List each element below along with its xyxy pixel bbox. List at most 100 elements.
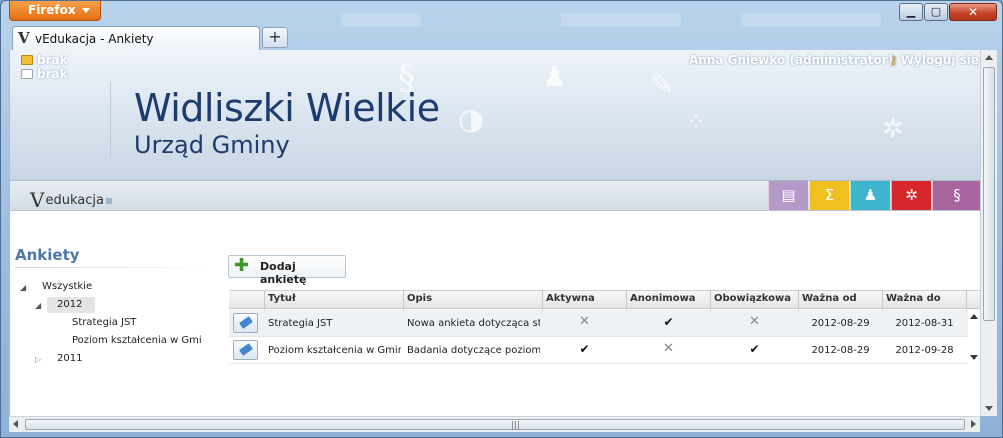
scroll-left-icon[interactable] [13, 420, 18, 428]
database-icon: ▤ [781, 186, 796, 204]
tree-node-2012[interactable]: 2012 [57, 299, 82, 310]
cell-description: Nowa ankieta dotycząca st [407, 318, 540, 329]
tree-node-all[interactable]: Wszystkie [42, 281, 92, 292]
envelope-icon [21, 55, 33, 65]
dots-watermark-icon: ⁘ [686, 108, 707, 136]
page-horizontal-scrollbar[interactable]: ||| [9, 416, 980, 432]
cell-active-check-icon: ✔ [579, 342, 590, 356]
sigma-watermark-icon: ◑ [458, 102, 485, 137]
scroll-thumb[interactable]: ||| [25, 419, 965, 431]
sigma-icon: Σ [824, 186, 835, 204]
background-blur [741, 13, 881, 27]
chevron-down-icon [82, 8, 90, 13]
brand-name: edukacja [45, 193, 104, 208]
column-header-active[interactable]: Aktywna [546, 293, 595, 304]
cell-anonymous-cross-icon: ✕ [663, 341, 674, 356]
cell-mandatory-cross-icon: ✕ [749, 314, 760, 329]
network-watermark-icon: ✲ [882, 114, 904, 144]
module-people-button[interactable]: ♟ [850, 181, 890, 210]
column-header-mandatory[interactable]: Obowiązkowa [714, 293, 791, 304]
column-header-title[interactable]: Tytuł [268, 293, 296, 304]
scroll-down-icon[interactable] [985, 406, 993, 411]
messages-indicator[interactable]: brak [21, 53, 68, 67]
people-watermark-icon: ♟ [542, 60, 568, 93]
browser-tab[interactable]: V vEdukacja - Ankiety [12, 26, 260, 50]
background-blur [341, 13, 421, 27]
minimize-icon: ▁ [906, 5, 916, 18]
tree-node-2011[interactable]: 2011 [57, 353, 82, 364]
column-header-valid-from[interactable]: Ważna od [802, 293, 857, 304]
cell-valid-from: 2012-08-29 [811, 318, 870, 329]
maximize-icon: ▢ [930, 5, 942, 18]
table-scrollbar[interactable] [968, 310, 980, 364]
tree-collapse-icon[interactable]: ◢ [35, 301, 41, 310]
edit-pencil-icon [239, 316, 253, 329]
column-separator [882, 291, 883, 310]
edit-pencil-icon [239, 343, 253, 356]
cell-anonymous-check-icon: ✔ [663, 315, 674, 329]
site-header: § ◑ ♟ ✎ ⁘ ✲ brak brak Anna Gniewko (admi… [10, 50, 980, 180]
office-subtitle: Urząd Gminy [134, 131, 290, 159]
page-vertical-scrollbar[interactable] [980, 50, 997, 416]
scroll-up-icon[interactable] [985, 55, 993, 60]
brand-square-icon [105, 198, 112, 204]
logout-link[interactable]: ⚷ Wyloguj się [889, 53, 979, 67]
cell-title: Poziom kształcenia w Gmir [268, 345, 401, 356]
firefox-menu-label: Firefox [28, 3, 76, 17]
module-paragraph-button[interactable]: § [932, 181, 980, 210]
column-separator [710, 291, 711, 310]
module-sigma-button[interactable]: Σ [809, 181, 849, 210]
paragraph-icon: § [953, 186, 961, 204]
sidebar-title: Ankiety [15, 246, 80, 264]
tab-title: vEdukacja - Ankiety [35, 32, 154, 46]
town-title: Widliszki Wielkie [134, 86, 440, 130]
network-icon: ✲ [905, 186, 918, 204]
table-row[interactable]: Poziom kształcenia w Gmir Badania dotycz… [229, 337, 968, 364]
cell-title: Strategia JST [268, 318, 333, 329]
column-header-anonymous[interactable]: Anonimowa [630, 293, 696, 304]
maximize-button[interactable]: ▢ [924, 3, 948, 21]
cell-valid-to: 2012-09-28 [895, 345, 954, 356]
tasks-indicator[interactable]: brak [21, 67, 68, 81]
scroll-thumb[interactable] [983, 67, 995, 321]
column-header-description[interactable]: Opis [407, 293, 432, 304]
cell-active-cross-icon: ✕ [579, 314, 590, 329]
close-icon: ✕ [967, 5, 979, 19]
module-network-button[interactable]: ✲ [891, 181, 931, 210]
tasks-count: brak [37, 67, 68, 81]
site-favicon-icon: V [18, 29, 30, 47]
firefox-menu-button[interactable]: Firefox [9, 1, 101, 21]
edit-button[interactable] [233, 313, 258, 333]
add-survey-button[interactable]: ✚ Dodaj ankietę [228, 255, 346, 286]
edit-button[interactable] [233, 340, 258, 360]
scroll-right-icon[interactable] [971, 420, 976, 428]
column-header-valid-to[interactable]: Ważna do [886, 293, 941, 304]
table-header: Tytuł Opis Aktywna Anonimowa Obowiązkowa… [229, 290, 980, 310]
background-blur [561, 13, 681, 27]
minimize-button[interactable]: ▁ [899, 3, 923, 21]
page-content: § ◑ ♟ ✎ ⁘ ✲ brak brak Anna Gniewko (admi… [9, 50, 980, 416]
close-window-button[interactable]: ✕ [949, 3, 997, 21]
tree-node-poziom[interactable]: Poziom kształcenia w Gmi [72, 335, 207, 346]
scroll-grip-icon: ||| [511, 421, 521, 431]
tree-node-strategia[interactable]: Strategia JST [72, 317, 136, 328]
table-row[interactable]: Strategia JST Nowa ankieta dotycząca st … [229, 310, 968, 337]
tree-expand-icon[interactable]: ▷ [35, 355, 41, 364]
column-separator [626, 291, 627, 310]
logout-label: Wyloguj się [900, 53, 980, 67]
current-user: Anna Gniewko (administrator) [689, 53, 894, 67]
brand-logo[interactable]: Vedukacja [30, 185, 112, 212]
tree-collapse-icon[interactable]: ◢ [20, 283, 26, 292]
module-bar: Vedukacja ▤ Σ ♟ ✲ § [10, 180, 980, 212]
column-separator [798, 291, 799, 310]
scroll-up-icon[interactable] [970, 314, 978, 319]
messages-count: brak [37, 53, 68, 67]
add-survey-label: Dodaj ankietę [260, 260, 307, 286]
cell-valid-from: 2012-08-29 [811, 345, 870, 356]
scroll-down-icon[interactable] [970, 355, 978, 360]
new-tab-button[interactable]: + [262, 27, 288, 48]
pen-watermark-icon: ✎ [650, 68, 674, 101]
column-separator [542, 291, 543, 310]
sidebar-divider [15, 267, 210, 268]
module-database-button[interactable]: ▤ [768, 181, 808, 210]
